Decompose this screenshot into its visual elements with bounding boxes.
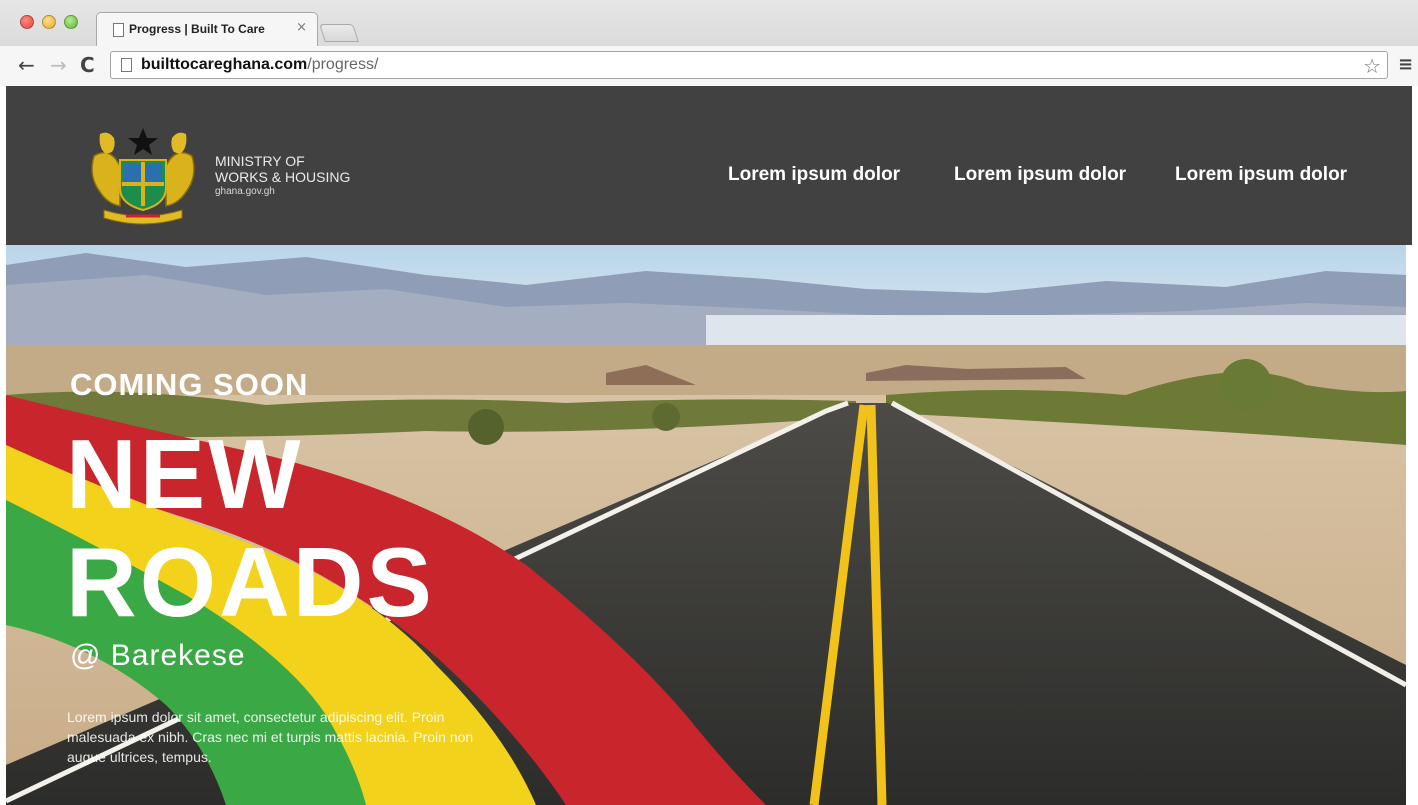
- hero-banner: COMING SOON NEW ROADS @ Barekese Lorem i…: [6, 245, 1406, 805]
- url-text[interactable]: builttocareghana.com/progress/: [141, 56, 378, 74]
- hero-kicker: COMING SOON: [70, 367, 309, 402]
- forward-icon[interactable]: →: [50, 53, 67, 77]
- browser-chrome: Progress | Built To Care × ← → C builtto…: [0, 0, 1418, 86]
- close-window-button[interactable]: [20, 15, 34, 29]
- hero-headline-line-2: ROADS: [66, 527, 435, 637]
- hero-description: Lorem ipsum dolor sit amet, consectetur …: [67, 709, 474, 765]
- tab-title: Progress | Built To Care: [129, 22, 265, 36]
- browser-menu-icon[interactable]: ≡: [1398, 54, 1413, 75]
- browser-toolbar: ← → C builttocareghana.com/progress/ ☆ ≡: [0, 46, 1418, 86]
- ministry-url: ghana.gov.gh: [215, 186, 275, 197]
- nav-link-1[interactable]: Lorem ipsum dolor: [728, 164, 900, 186]
- ministry-branding[interactable]: MINISTRY OF WORKS & HOUSING ghana.gov.gh: [215, 153, 350, 199]
- url-path: /progress/: [307, 56, 379, 73]
- page-icon: [113, 23, 124, 37]
- ghana-coat-of-arms-icon[interactable]: [86, 126, 200, 226]
- close-tab-icon[interactable]: ×: [296, 20, 307, 35]
- bookmark-star-icon[interactable]: ☆: [1363, 54, 1381, 78]
- ministry-line-1: MINISTRY OF: [215, 153, 305, 169]
- address-bar[interactable]: builttocareghana.com/progress/ ☆: [110, 51, 1388, 79]
- hero-location: @ Barekese: [70, 639, 246, 672]
- ministry-line-2: WORKS & HOUSING: [215, 169, 351, 185]
- minimize-window-button[interactable]: [42, 15, 56, 29]
- back-icon[interactable]: ←: [18, 53, 35, 77]
- zoom-window-button[interactable]: [64, 15, 78, 29]
- nav-link-2[interactable]: Lorem ipsum dolor: [954, 164, 1126, 186]
- hero-headline-line-1: NEW: [66, 419, 304, 529]
- site-header: MINISTRY OF WORKS & HOUSING ghana.gov.gh…: [6, 86, 1412, 245]
- nav-link-3[interactable]: Lorem ipsum dolor: [1175, 164, 1347, 186]
- browser-tab[interactable]: Progress | Built To Care ×: [96, 12, 318, 46]
- new-tab-button[interactable]: [319, 24, 359, 42]
- url-domain: builttocareghana.com: [141, 56, 308, 73]
- reload-icon[interactable]: C: [80, 53, 95, 77]
- page-icon: [121, 58, 132, 72]
